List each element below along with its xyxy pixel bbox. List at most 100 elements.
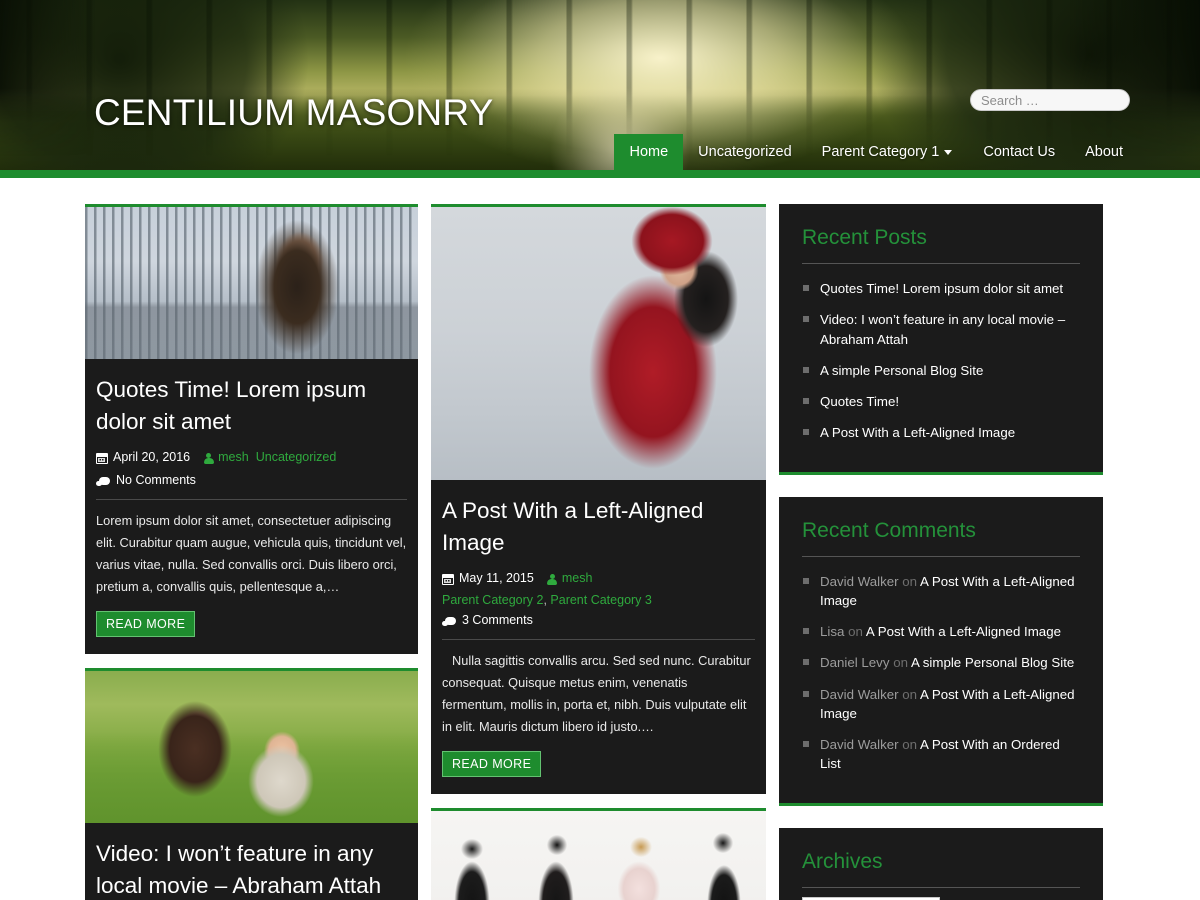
comment-post-link[interactable]: A simple Personal Blog Site bbox=[911, 655, 1074, 670]
post-category-link[interactable]: Parent Category 3 bbox=[550, 593, 651, 607]
list-item[interactable]: Daniel Levy on A simple Personal Blog Si… bbox=[802, 647, 1080, 678]
read-more-button[interactable]: READ MORE bbox=[442, 750, 542, 777]
list-item[interactable]: David Walker on A Post With a Left-Align… bbox=[802, 566, 1080, 617]
post-author-text: mesh bbox=[218, 449, 249, 464]
list-item[interactable]: Lisa on A Post With a Left-Aligned Image bbox=[802, 616, 1080, 647]
nav-label: About bbox=[1085, 144, 1123, 160]
comment-author: David Walker bbox=[820, 573, 899, 589]
widget-divider bbox=[802, 555, 1080, 557]
post-thumbnail-image[interactable] bbox=[431, 810, 766, 900]
post-comment-count[interactable]: 3 Comments bbox=[442, 613, 533, 627]
post-card[interactable]: Video: I won’t feature in any local movi… bbox=[85, 667, 418, 900]
header-accent-bar bbox=[0, 170, 1200, 178]
post-category-link[interactable]: Parent Category 2 bbox=[442, 593, 543, 607]
post-author-text: mesh bbox=[561, 570, 593, 585]
recent-post-link[interactable]: A Post With a Left-Aligned Image bbox=[820, 425, 1015, 440]
calendar-icon bbox=[96, 452, 108, 464]
nav-label: Uncategorized bbox=[698, 144, 792, 160]
user-icon bbox=[203, 452, 214, 465]
nav-item-uncategorized[interactable]: Uncategorized bbox=[683, 134, 807, 170]
post-title[interactable]: Video: I won’t feature in any local movi… bbox=[96, 838, 407, 900]
read-more-button[interactable]: READ MORE bbox=[96, 610, 196, 637]
meta-divider bbox=[96, 498, 407, 500]
post-author[interactable]: mesh bbox=[547, 569, 593, 588]
post-card[interactable]: Quotes Time! Lorem ipsum dolor sit amet … bbox=[85, 204, 418, 654]
comment-author: David Walker bbox=[820, 686, 899, 702]
post-date: April 20, 2016 bbox=[96, 448, 190, 467]
post-excerpt: Nulla sagittis convallis arcu. Sed sed n… bbox=[442, 652, 751, 734]
post-categories: Parent Category 2, Parent Category 3 bbox=[442, 593, 755, 607]
widget-archives: Archives Select Month bbox=[779, 827, 1103, 900]
post-title[interactable]: A Post With a Left-Aligned Image bbox=[442, 495, 755, 559]
meta-divider bbox=[442, 638, 755, 640]
calendar-icon bbox=[442, 573, 454, 585]
list-item[interactable]: Video: I won’t feature in any local movi… bbox=[802, 304, 1080, 355]
widget-title: Recent Comments bbox=[802, 518, 976, 542]
post-thumbnail-image[interactable] bbox=[85, 670, 418, 823]
post-thumbnail-image[interactable] bbox=[85, 207, 418, 359]
recent-comments-list: David Walker on A Post With a Left-Align… bbox=[802, 566, 1080, 780]
site-header: CENTILIUM MASONRY Home Uncategorized Par… bbox=[0, 0, 1200, 170]
post-title-link[interactable]: A Post With a Left-Aligned Image bbox=[442, 498, 703, 555]
recent-post-link[interactable]: Quotes Time! Lorem ipsum dolor sit amet bbox=[820, 281, 1063, 296]
list-item[interactable]: Quotes Time! Lorem ipsum dolor sit amet bbox=[802, 273, 1080, 304]
nav-label: Parent Category 1 bbox=[821, 144, 940, 160]
comment-author: Lisa bbox=[820, 624, 845, 640]
masonry-container: Quotes Time! Lorem ipsum dolor sit amet … bbox=[85, 204, 1115, 900]
post-card[interactable]: A Post With a Left-Aligned Image May 11,… bbox=[431, 204, 766, 794]
search-form[interactable] bbox=[970, 89, 1130, 111]
widget-recent-posts: Recent Posts Quotes Time! Lorem ipsum do… bbox=[779, 204, 1103, 475]
post-thumbnail-image[interactable] bbox=[431, 207, 766, 480]
comment-icon bbox=[442, 616, 456, 627]
post-author[interactable]: mesh bbox=[203, 448, 249, 467]
search-input[interactable] bbox=[970, 89, 1130, 111]
post-category-link[interactable]: Uncategorized bbox=[256, 448, 337, 467]
recent-post-link[interactable]: A simple Personal Blog Site bbox=[820, 363, 983, 378]
widget-title: Recent Posts bbox=[802, 226, 927, 249]
list-item[interactable]: A simple Personal Blog Site bbox=[802, 355, 1080, 386]
nav-item-about[interactable]: About bbox=[1070, 134, 1138, 170]
post-card-body: A Post With a Left-Aligned Image May 11,… bbox=[431, 480, 766, 794]
comment-on-word: on bbox=[902, 573, 918, 589]
post-meta: May 11, 2015 mesh bbox=[442, 569, 755, 588]
recent-post-link[interactable]: Video: I won’t feature in any local movi… bbox=[820, 312, 1065, 346]
nav-label: Contact Us bbox=[983, 144, 1056, 160]
sidebar: Recent Posts Quotes Time! Lorem ipsum do… bbox=[779, 204, 1103, 900]
comment-on-word: on bbox=[902, 737, 918, 753]
list-item[interactable]: David Walker on A Post With a Left-Align… bbox=[802, 679, 1080, 730]
nav-item-contact-us[interactable]: Contact Us bbox=[968, 134, 1070, 170]
comment-on-word: on bbox=[893, 655, 908, 671]
comment-author: David Walker bbox=[820, 737, 899, 753]
comment-post-link[interactable]: A Post With a Left-Aligned Image bbox=[866, 624, 1061, 639]
list-item[interactable]: A Post With a Left-Aligned Image bbox=[802, 417, 1080, 448]
post-comment-text: No Comments bbox=[116, 472, 196, 487]
post-comment-count[interactable]: No Comments bbox=[96, 473, 196, 487]
list-item[interactable]: Quotes Time! bbox=[802, 386, 1080, 417]
page-content: Quotes Time! Lorem ipsum dolor sit amet … bbox=[0, 178, 1200, 900]
comment-on-word: on bbox=[902, 686, 918, 702]
nav-item-parent-category-1[interactable]: Parent Category 1 bbox=[807, 134, 969, 170]
widget-divider bbox=[802, 886, 1080, 888]
post-title-link[interactable]: Video: I won’t feature in any local movi… bbox=[96, 841, 381, 898]
post-date-text: April 20, 2016 bbox=[113, 449, 191, 464]
post-title[interactable]: Quotes Time! Lorem ipsum dolor sit amet bbox=[96, 374, 407, 438]
post-card[interactable] bbox=[431, 807, 766, 900]
post-date: May 11, 2015 bbox=[442, 569, 534, 588]
post-card-body: Video: I won’t feature in any local movi… bbox=[85, 823, 418, 900]
comment-author: Daniel Levy bbox=[820, 655, 890, 671]
post-date-text: May 11, 2015 bbox=[459, 570, 534, 585]
post-meta: April 20, 2016 mesh Uncategorized bbox=[96, 448, 407, 467]
recent-post-link[interactable]: Quotes Time! bbox=[820, 394, 899, 409]
nav-label: Home bbox=[629, 144, 669, 160]
post-excerpt: Lorem ipsum dolor sit amet, consectetuer… bbox=[96, 512, 407, 594]
recent-posts-list: Quotes Time! Lorem ipsum dolor sit amet … bbox=[802, 273, 1080, 449]
post-card-body: Quotes Time! Lorem ipsum dolor sit amet … bbox=[85, 359, 418, 654]
nav-item-home[interactable]: Home bbox=[614, 134, 684, 170]
user-icon bbox=[547, 573, 558, 586]
primary-navigation[interactable]: Home Uncategorized Parent Category 1 Con… bbox=[614, 134, 1138, 170]
post-column-middle: A Post With a Left-Aligned Image May 11,… bbox=[431, 204, 766, 900]
post-column-left: Quotes Time! Lorem ipsum dolor sit amet … bbox=[85, 204, 418, 900]
comment-icon bbox=[96, 476, 110, 487]
post-title-link[interactable]: Quotes Time! Lorem ipsum dolor sit amet bbox=[96, 377, 366, 434]
list-item[interactable]: David Walker on A Post With an Ordered L… bbox=[802, 729, 1080, 780]
